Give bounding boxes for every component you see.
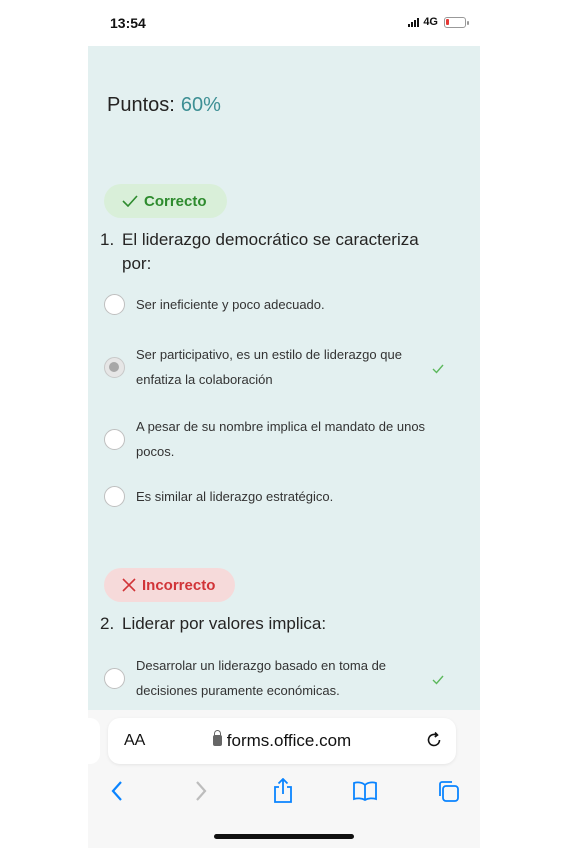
option-row[interactable]: Ser ineficiente y poco adecuado.: [104, 292, 444, 317]
result-label: Incorrecto: [142, 576, 216, 594]
url-text: forms.office.com: [226, 731, 352, 750]
bookmarks-icon[interactable]: [350, 776, 380, 806]
address-bar[interactable]: AA forms.office.com: [108, 718, 456, 764]
battery-icon: [444, 16, 469, 28]
option-text: Desarrolar un liderazgo basado en toma d…: [136, 658, 387, 698]
question-2: 2. Liderar por valores implica:: [100, 612, 450, 636]
tabs-icon[interactable]: [433, 776, 463, 806]
status-time: 13:54: [110, 15, 146, 31]
url-display[interactable]: forms.office.com: [108, 730, 456, 751]
question-1: 1. El liderazgo democrático se caracteri…: [100, 228, 450, 276]
reload-icon[interactable]: [424, 730, 444, 755]
score: Puntos: 60%: [107, 94, 221, 117]
battery-level: [446, 18, 449, 25]
question-number: 1.: [100, 230, 115, 249]
option-row[interactable]: A pesar de su nombre implica el mandato …: [104, 414, 444, 464]
status-indicators: 4G: [408, 16, 469, 28]
question-number: 2.: [100, 614, 115, 633]
browser-chrome: AA forms.office.com: [88, 710, 480, 848]
radio-button[interactable]: [104, 428, 125, 450]
correct-answer-check-icon: [432, 361, 444, 379]
result-badge-correct: Correcto: [104, 184, 227, 218]
option-text: Es similar al liderazgo estratégico.: [136, 489, 334, 504]
option-row-selected[interactable]: Ser participativo, es un estilo de lider…: [104, 342, 444, 392]
option-text: Ser participativo, es un estilo de lider…: [136, 347, 402, 387]
previous-tab-peek[interactable]: [88, 718, 100, 764]
status-bar: 13:54 4G: [88, 0, 480, 46]
x-icon: [122, 578, 136, 592]
question-text: El liderazgo democrático se caracteriza …: [122, 230, 419, 273]
browser-toolbar: [88, 776, 480, 806]
signal-icon: [408, 17, 420, 27]
option-text: Ser ineficiente y poco adecuado.: [136, 297, 325, 312]
option-row[interactable]: Es similar al liderazgo estratégico.: [104, 484, 444, 509]
radio-button-selected[interactable]: [104, 356, 125, 378]
result-label: Correcto: [144, 192, 207, 210]
score-value: 60%: [180, 94, 221, 116]
home-indicator: [214, 834, 354, 839]
forward-icon[interactable]: [186, 776, 216, 806]
option-text: A pesar de su nombre implica el mandato …: [136, 419, 426, 459]
radio-button[interactable]: [104, 486, 125, 507]
result-badge-incorrect: Incorrecto: [104, 568, 236, 602]
correct-answer-check-icon: [432, 672, 444, 690]
option-row[interactable]: Desarrolar un liderazgo basado en toma d…: [104, 653, 444, 703]
network-type: 4G: [423, 16, 438, 28]
share-icon[interactable]: [268, 776, 298, 806]
lock-icon: [212, 730, 222, 746]
score-label: Puntos:: [107, 94, 175, 116]
radio-button[interactable]: [104, 667, 125, 689]
check-icon: [122, 195, 138, 207]
back-icon[interactable]: [102, 776, 132, 806]
form-results[interactable]: Puntos: 60% Correcto 1. El liderazgo demo…: [88, 46, 480, 710]
question-text: Liderar por valores implica:: [122, 614, 327, 633]
radio-button[interactable]: [104, 294, 125, 315]
